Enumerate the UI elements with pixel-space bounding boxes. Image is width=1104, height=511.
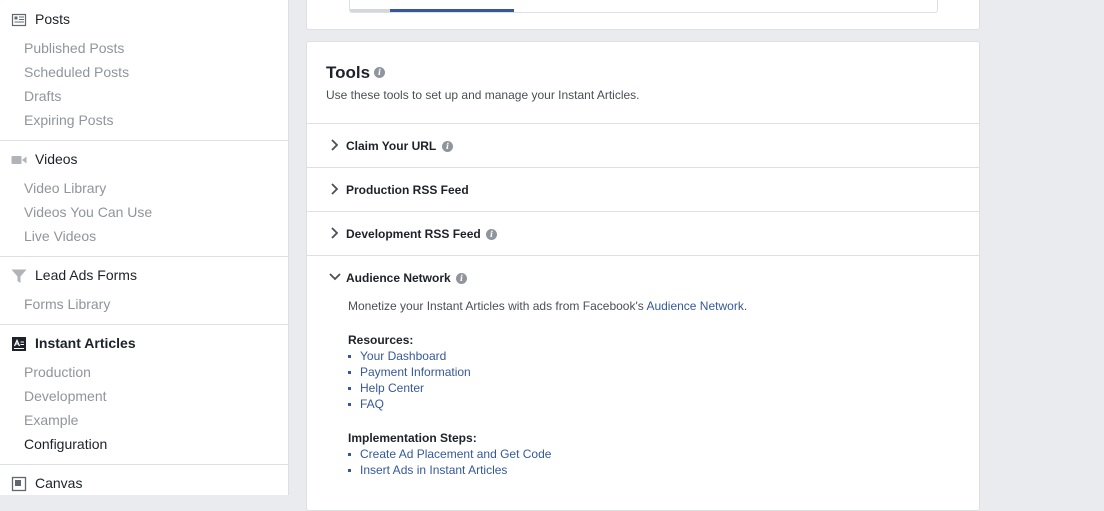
link-label: Help Center	[360, 381, 425, 395]
info-icon[interactable]: i	[456, 273, 467, 284]
tool-row-label: Production RSS Feed	[346, 183, 469, 197]
description-suffix: .	[743, 299, 748, 313]
audience-network-link[interactable]: Audience Network	[646, 299, 743, 313]
sidebar-item-production[interactable]: Production	[24, 364, 91, 380]
link-label: Your Dashboard	[360, 349, 447, 363]
description-text: Monetize your Instant Articles with ads …	[348, 299, 647, 313]
info-icon[interactable]: i	[374, 67, 385, 78]
link-label: Insert Ads in Instant Articles	[360, 463, 508, 477]
sidebar-section-title: Posts	[35, 11, 71, 27]
sidebar-divider	[0, 140, 288, 141]
implementation-steps-heading: Implementation Steps:	[348, 431, 477, 445]
sidebar-item-video-library[interactable]: Video Library	[24, 180, 106, 196]
tool-row-label: Development RSS Feed	[346, 227, 481, 241]
chevron-right-icon	[331, 227, 339, 239]
bullet	[348, 453, 351, 456]
chevron-right-icon	[331, 183, 339, 195]
posts-icon	[11, 13, 27, 27]
sidebar-section-instant-articles[interactable]: Instant Articles	[0, 333, 288, 355]
progress-fill	[390, 9, 514, 12]
sidebar-section-title: Instant Articles	[35, 335, 136, 351]
sidebar-item-drafts[interactable]: Drafts	[24, 88, 61, 104]
sidebar-item-published-posts[interactable]: Published Posts	[24, 40, 124, 56]
tool-row-claim-your-url[interactable]: Claim Your URL i	[307, 123, 979, 167]
resources-heading: Resources:	[348, 333, 414, 347]
sidebar-item-live-videos[interactable]: Live Videos	[24, 228, 96, 244]
sidebar-item-videos-you-can-use[interactable]: Videos You Can Use	[24, 204, 152, 220]
tool-row-label: Claim Your URL	[346, 139, 437, 153]
sidebar-section-videos[interactable]: Videos	[0, 149, 288, 171]
sidebar-item-expiring-posts[interactable]: Expiring Posts	[24, 112, 113, 128]
sidebar-divider	[0, 464, 288, 465]
link-label: Payment Information	[360, 365, 471, 379]
progress-segment-start	[350, 9, 390, 12]
bullet	[348, 355, 351, 358]
sidebar-item-forms-library[interactable]: Forms Library	[24, 296, 110, 312]
tool-row-label: Audience Network	[346, 271, 451, 285]
sidebar-section-canvas[interactable]: Canvas	[0, 473, 288, 495]
sidebar-section-title: Canvas	[35, 475, 83, 491]
sidebar-item-scheduled-posts[interactable]: Scheduled Posts	[24, 64, 129, 80]
setup-progress-bar	[349, 0, 938, 13]
bullet	[348, 371, 351, 374]
link-label: Create Ad Placement and Get Code	[360, 447, 552, 461]
info-icon[interactable]: i	[442, 141, 453, 152]
sidebar-item-example[interactable]: Example	[24, 412, 78, 428]
sidebar-divider	[0, 256, 288, 257]
chevron-down-icon	[329, 273, 341, 281]
tools-card: Tools i Use these tools to set up and ma…	[306, 41, 980, 511]
tool-row-audience-network[interactable]: Audience Network i	[307, 255, 979, 299]
sidebar: Posts Published Posts Scheduled Posts Dr…	[0, 0, 289, 495]
tools-description: Use these tools to set up and manage you…	[326, 88, 640, 102]
canvas-icon	[11, 476, 27, 492]
instant-articles-icon	[12, 337, 26, 351]
tools-title: Tools	[326, 63, 371, 82]
sidebar-section-title: Lead Ads Forms	[35, 267, 137, 283]
link-label: FAQ	[360, 397, 385, 411]
bullet	[348, 403, 351, 406]
sidebar-section-lead-ads-forms[interactable]: Lead Ads Forms	[0, 265, 288, 287]
tool-row-production-rss-feed[interactable]: Production RSS Feed	[307, 167, 979, 211]
bullet	[348, 469, 351, 472]
sidebar-item-development[interactable]: Development	[24, 388, 107, 404]
sidebar-section-posts[interactable]: Posts	[0, 9, 288, 31]
bullet	[348, 387, 351, 390]
sidebar-item-configuration[interactable]: Configuration	[24, 436, 107, 452]
funnel-icon	[11, 269, 27, 283]
sidebar-divider	[0, 324, 288, 325]
video-camera-icon	[11, 156, 27, 164]
sidebar-section-title: Videos	[35, 151, 78, 167]
audience-network-description: Monetize your Instant Articles with ads …	[348, 299, 747, 313]
info-icon[interactable]: i	[486, 229, 497, 240]
setup-progress-card	[306, 0, 980, 30]
tool-row-development-rss-feed[interactable]: Development RSS Feed i	[307, 211, 979, 255]
chevron-right-icon	[331, 139, 339, 151]
